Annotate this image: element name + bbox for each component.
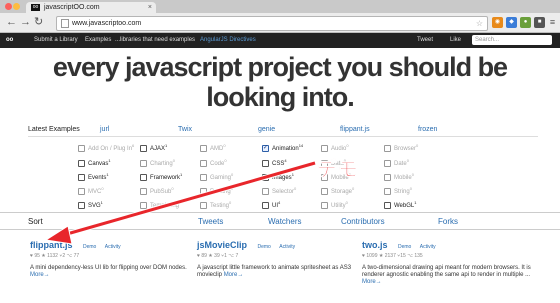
annotation-label: デモ <box>317 159 359 182</box>
annotation-arrow <box>44 160 316 245</box>
